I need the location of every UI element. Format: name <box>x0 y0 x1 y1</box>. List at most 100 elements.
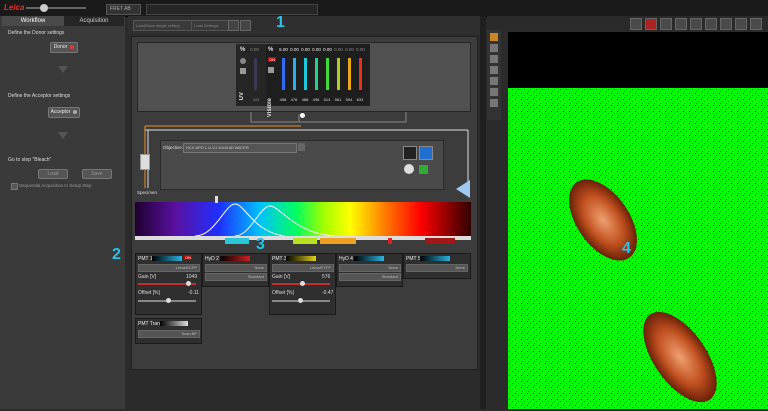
vertical-scrollbar[interactable] <box>480 16 486 409</box>
load-button[interactable]: Load <box>38 169 68 179</box>
tool-icon[interactable] <box>490 55 498 63</box>
band-hyd2[interactable] <box>320 238 356 244</box>
laser-slider-561[interactable] <box>337 58 340 90</box>
zoom-icon[interactable] <box>690 18 702 30</box>
offset-value: -0.11 <box>188 290 200 296</box>
donor-button[interactable]: Donor <box>50 42 78 53</box>
visible-on-toggle[interactable]: ON <box>268 57 276 62</box>
band-pmt1[interactable] <box>225 238 249 244</box>
channel-icon[interactable] <box>630 18 642 30</box>
uv-slider[interactable] <box>254 58 257 90</box>
detector-on-toggle[interactable]: ON <box>184 255 192 260</box>
emission-prism-icon[interactable] <box>456 180 470 198</box>
rotate-icon[interactable] <box>720 18 732 30</box>
laser-pct: 0.00 <box>323 47 332 52</box>
spectrum-marker-icon[interactable] <box>215 196 218 203</box>
offset-label: Offset [%] <box>272 290 294 296</box>
uv-percent: 0.00 <box>250 47 259 52</box>
laser-slider-496[interactable] <box>315 58 318 90</box>
laser-wavelength: 476 <box>290 97 298 102</box>
laser-slider-514[interactable] <box>326 58 329 90</box>
zoom-slider-track[interactable] <box>26 7 86 9</box>
objective-label: Objective: <box>163 145 184 150</box>
laser-slider-633[interactable] <box>359 58 362 90</box>
tab-acquisition[interactable]: Acquisition <box>64 16 124 26</box>
gain-label: Gain [V] <box>138 274 157 280</box>
objective-icon <box>140 154 150 170</box>
detector-dye-select[interactable]: None <box>339 264 401 272</box>
band-pmt5[interactable] <box>425 238 455 244</box>
objective-select[interactable]: HCX APO L U-V-I 40x/0.80 WATER <box>183 143 297 153</box>
lut-icon[interactable] <box>645 18 657 30</box>
detector-dye-select[interactable]: Leica/EYFP <box>272 264 334 272</box>
save-button[interactable]: Save <box>82 169 112 179</box>
offset-label: Offset [%] <box>138 290 160 296</box>
laser-slider-594[interactable] <box>348 58 351 90</box>
laser-slider-488[interactable] <box>304 58 307 90</box>
detector-name: PMT Trans <box>138 321 163 327</box>
donor-heading: Define the Donor settings <box>8 30 65 36</box>
detector-mode-select[interactable]: Scan-BF <box>138 330 200 338</box>
sequential-label: Sequential Acquisition In Setup Step <box>19 183 92 188</box>
overlay-icon[interactable] <box>660 18 672 30</box>
status-dot-icon <box>70 44 75 49</box>
sequential-checkbox[interactable] <box>11 183 18 190</box>
callout-2: 2 <box>112 246 121 263</box>
top-input-field[interactable] <box>146 4 318 15</box>
tool-icon[interactable] <box>490 44 498 52</box>
gear-icon[interactable] <box>404 164 414 174</box>
load-settings-field[interactable]: Load Settings <box>191 20 229 31</box>
band-pmt3[interactable] <box>293 238 317 244</box>
detector-dye-select[interactable]: None <box>406 264 468 272</box>
beam-splitter-icon[interactable] <box>300 113 305 118</box>
acceptor-button[interactable]: Acceptor <box>48 107 80 118</box>
uv-power-icon[interactable] <box>240 58 246 64</box>
detector-color-bar <box>220 256 250 261</box>
detector-name: HyD 2 <box>205 256 219 262</box>
arrow-down-icon <box>58 66 68 73</box>
tool-icon[interactable] <box>490 77 498 85</box>
detector-name: HyD 4 <box>339 256 353 262</box>
tool-icon[interactable] <box>490 33 498 41</box>
fret-mode-selector[interactable]: FRET AB <box>106 4 141 15</box>
offset-slider-handle[interactable] <box>298 298 303 303</box>
acceptor-heading: Define the Acceptor settings <box>8 93 71 99</box>
tab-workflow[interactable]: Workflow <box>2 16 64 26</box>
measure-icon[interactable] <box>705 18 717 30</box>
workflow-panel <box>0 16 125 409</box>
objective-lock-icon[interactable] <box>298 143 305 151</box>
zoom-slider-handle[interactable] <box>40 4 48 12</box>
detector-name: PMT 3 <box>272 256 287 262</box>
tool-icon[interactable] <box>490 99 498 107</box>
callout-3: 3 <box>256 236 265 253</box>
delete-icon[interactable] <box>240 20 251 31</box>
acceptor-button-label: Acceptor <box>50 109 71 115</box>
laser-slider-458[interactable] <box>282 58 285 90</box>
check-icon[interactable] <box>419 165 428 174</box>
fullscreen-icon[interactable] <box>750 18 762 30</box>
fit-icon[interactable] <box>735 18 747 30</box>
offset-slider-handle[interactable] <box>166 298 171 303</box>
gain-slider-handle[interactable] <box>300 281 305 286</box>
uv-label: UV <box>239 92 245 101</box>
tool-icon[interactable] <box>490 88 498 96</box>
microscope-image[interactable] <box>508 32 768 409</box>
crop-icon[interactable] <box>675 18 687 30</box>
detector-mode-select[interactable]: Standard <box>339 273 401 281</box>
tool-icon[interactable] <box>490 66 498 74</box>
save-icon[interactable] <box>228 20 239 31</box>
laser-pct: 5.00 <box>279 47 288 52</box>
laser-wavelength: 488 <box>301 97 309 102</box>
detector-mode-select[interactable]: Standard <box>205 273 267 281</box>
band-hyd4[interactable] <box>388 238 392 244</box>
visible-settings-icon[interactable] <box>268 67 274 73</box>
pinhole-icon[interactable] <box>403 146 417 160</box>
gain-slider-handle[interactable] <box>186 281 191 286</box>
detector-dye-select[interactable]: Leica/ECFP <box>138 264 200 272</box>
single-setting-field[interactable]: Load/Save single setting <box>133 20 193 31</box>
offset-value: -0.47 <box>322 290 334 296</box>
detector-dye-select[interactable]: None <box>205 264 267 272</box>
laser-slider-476[interactable] <box>293 58 296 90</box>
filter-wheel-icon[interactable] <box>419 146 433 160</box>
uv-settings-icon[interactable] <box>240 68 246 74</box>
